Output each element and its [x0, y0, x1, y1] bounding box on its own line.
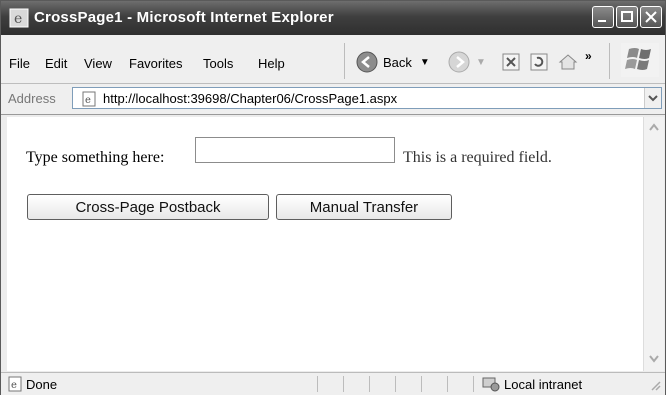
status-divider — [343, 376, 344, 392]
page-icon: e — [82, 91, 96, 107]
menu-file[interactable]: File — [9, 56, 30, 71]
status-divider — [395, 376, 396, 392]
scroll-down-icon[interactable] — [647, 353, 661, 365]
status-divider — [421, 376, 422, 392]
menu-view[interactable]: View — [84, 56, 112, 71]
menu-help[interactable]: Help — [258, 56, 285, 71]
status-divider — [369, 376, 370, 392]
home-icon — [558, 54, 578, 70]
address-input[interactable]: e http://localhost:39698/Chapter06/Cross… — [72, 87, 662, 109]
menu-edit[interactable]: Edit — [45, 56, 67, 71]
chevron-down-icon — [648, 95, 658, 102]
page-content: Type something here: This is a required … — [7, 117, 643, 371]
maximize-button[interactable] — [616, 6, 638, 28]
menu-favorites[interactable]: Favorites — [129, 56, 182, 71]
close-icon — [645, 11, 657, 23]
required-field-message: This is a required field. — [403, 149, 552, 166]
home-button[interactable] — [557, 50, 579, 74]
address-url: http://localhost:39698/Chapter06/CrossPa… — [103, 91, 398, 106]
status-divider — [447, 376, 448, 392]
menu-tools[interactable]: Tools — [203, 56, 233, 71]
back-label: Back — [383, 54, 412, 70]
refresh-button[interactable] — [529, 50, 549, 74]
address-label: Address — [8, 91, 56, 106]
page-done-icon: e — [8, 376, 22, 392]
status-divider — [473, 376, 474, 392]
scroll-up-icon[interactable] — [647, 121, 661, 133]
maximize-icon — [621, 11, 633, 22]
address-bar: Address e http://localhost:39698/Chapter… — [1, 84, 665, 115]
windows-flag-icon — [621, 43, 659, 77]
manual-transfer-button[interactable]: Manual Transfer — [276, 194, 452, 220]
forward-button[interactable]: ▼ — [448, 50, 486, 74]
forward-dropdown-icon[interactable]: ▼ — [476, 57, 486, 68]
refresh-icon — [530, 53, 548, 71]
browser-window: e CrossPage1 - Microsoft Internet Explor… — [0, 0, 666, 395]
toolbar-separator — [609, 43, 610, 79]
window-title: CrossPage1 - Microsoft Internet Explorer — [34, 9, 334, 26]
svg-text:e: e — [11, 380, 17, 391]
prompt-label: Type something here: — [26, 149, 165, 166]
cross-page-postback-button[interactable]: Cross-Page Postback — [27, 194, 269, 220]
resize-grip-icon[interactable] — [649, 379, 661, 391]
intranet-zone-icon — [482, 377, 500, 392]
ie-logo-icon: e — [9, 8, 29, 28]
address-dropdown-button[interactable] — [644, 88, 661, 108]
vertical-scrollbar[interactable] — [643, 117, 664, 371]
toolbar-separator — [344, 43, 345, 79]
menu-toolbar-row: File Edit View Favorites Tools Help Back… — [1, 35, 665, 84]
toolbar-overflow-chevron-icon[interactable]: » — [585, 49, 592, 63]
forward-arrow-icon — [448, 51, 470, 73]
minimize-icon — [598, 20, 606, 22]
stop-button[interactable] — [501, 50, 521, 74]
back-dropdown-icon[interactable]: ▼ — [420, 57, 430, 68]
close-button[interactable] — [640, 6, 662, 28]
status-text: Done — [26, 377, 58, 392]
text-input[interactable] — [195, 137, 395, 163]
back-button[interactable]: Back ▼ — [356, 50, 430, 74]
back-arrow-icon — [356, 51, 378, 73]
status-bar: e Done Local intranet — [1, 372, 665, 395]
svg-text:e: e — [14, 11, 22, 27]
minimize-button[interactable] — [592, 6, 614, 28]
security-zone-label: Local intranet — [504, 377, 583, 392]
status-divider — [317, 376, 318, 392]
svg-text:e: e — [85, 95, 91, 106]
stop-icon — [502, 53, 520, 71]
title-bar[interactable]: e CrossPage1 - Microsoft Internet Explor… — [1, 1, 665, 35]
